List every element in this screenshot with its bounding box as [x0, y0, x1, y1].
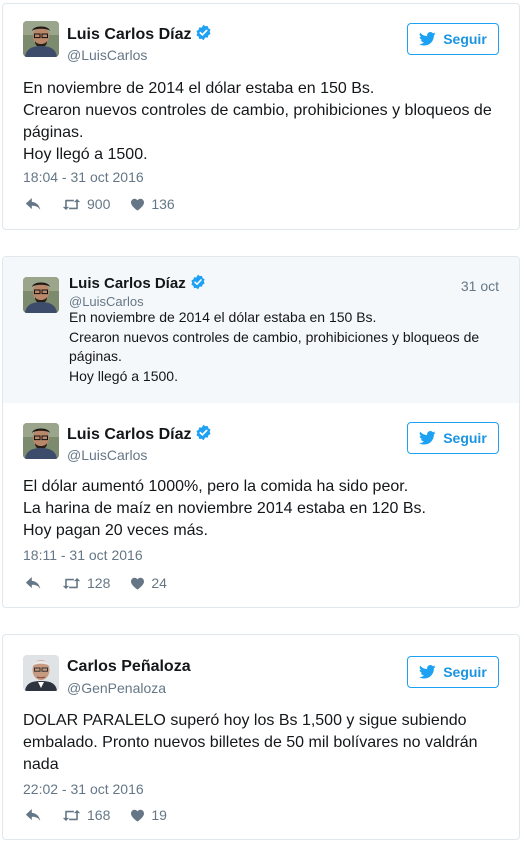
twitter-bird-icon [419, 665, 436, 679]
quoted-author-name[interactable]: Luis Carlos Díaz [69, 275, 186, 292]
twitter-bird-icon [419, 431, 436, 445]
tweet-text-line: DOLAR PARALELO superó hoy los Bs 1,500 y… [23, 712, 467, 729]
quoted-text-line: páginas. [69, 348, 122, 364]
tweet-text: DOLAR PARALELO superó hoy los Bs 1,500 y… [23, 710, 501, 776]
reply-button[interactable] [25, 808, 42, 822]
reply-icon [25, 576, 42, 590]
author-name-row[interactable]: Luis Carlos Díaz [67, 24, 212, 45]
retweet-icon [62, 809, 81, 822]
heart-icon [130, 809, 145, 822]
tweet-card: Luis Carlos Díaz @LuisCarlos 31 oct En n… [2, 256, 520, 608]
retweet-button[interactable]: 168 [62, 807, 110, 823]
tweet-card: Luis Carlos Díaz @LuisCarlos Seguir En n… [2, 3, 520, 230]
tweet-actions: 128 24 [25, 575, 187, 591]
tweet-text-line: La harina de maíz en noviembre 2014 esta… [23, 500, 426, 517]
heart-icon [130, 198, 145, 211]
author-name[interactable]: Luis Carlos Díaz [67, 26, 191, 43]
follow-button[interactable]: Seguir [407, 656, 499, 688]
tweet-text: El dólar aumentó 1000%, pero la comida h… [23, 476, 501, 542]
tweet-actions: 168 19 [25, 807, 187, 823]
retweet-count: 168 [87, 807, 111, 823]
tweet-timestamp[interactable]: 18:11 - 31 oct 2016 [23, 546, 143, 564]
verified-badge-icon [195, 424, 212, 441]
author-name[interactable]: Carlos Peñaloza [67, 658, 191, 675]
avatar[interactable] [23, 21, 59, 57]
retweet-count: 900 [87, 196, 111, 212]
author-handle[interactable]: @LuisCarlos [67, 46, 147, 64]
tweet-text-line: En noviembre de 2014 el dólar estaba en … [23, 80, 375, 97]
like-button[interactable]: 19 [130, 807, 167, 823]
follow-label: Seguir [443, 664, 487, 680]
follow-button[interactable]: Seguir [407, 422, 499, 454]
tweet-text-line: nada [23, 756, 59, 773]
like-count: 19 [151, 807, 167, 823]
tweet-actions: 900 136 [25, 196, 195, 212]
retweet-count: 128 [87, 575, 111, 591]
tweet-text-line: Hoy llegó a 1500. [23, 146, 148, 163]
avatar[interactable] [23, 277, 59, 313]
twitter-bird-icon [419, 32, 436, 46]
tweet-text-line: páginas. [23, 124, 84, 141]
author-name-row[interactable]: Carlos Peñaloza [67, 657, 191, 677]
retweet-icon [62, 577, 81, 590]
like-button[interactable]: 136 [130, 196, 175, 212]
reply-icon [25, 197, 42, 211]
follow-label: Seguir [443, 430, 487, 446]
tweet-text: En noviembre de 2014 el dólar estaba en … [23, 78, 501, 166]
tweet-text-line: embalado. Pronto nuevos billetes de 50 m… [23, 734, 478, 751]
tweet-text-line: Crearon nuevos controles de cambio, proh… [23, 102, 492, 119]
author-name-row[interactable]: Luis Carlos Díaz [67, 424, 212, 445]
quoted-text-line: En noviembre de 2014 el dólar estaba en … [69, 309, 377, 325]
retweet-icon [62, 198, 81, 211]
retweet-button[interactable]: 900 [62, 196, 110, 212]
avatar[interactable] [23, 423, 59, 459]
retweet-button[interactable]: 128 [62, 575, 110, 591]
tweet-timestamp[interactable]: 22:02 - 31 oct 2016 [23, 780, 144, 798]
verified-badge-icon [190, 274, 206, 290]
tweet-text-line: Hoy pagan 20 veces más. [23, 522, 208, 539]
quoted-text: En noviembre de 2014 el dólar estaba en … [69, 308, 479, 386]
verified-badge-icon [195, 24, 212, 41]
like-count: 136 [151, 196, 175, 212]
tweet-card: Carlos Peñaloza @GenPenaloza Seguir DOLA… [2, 634, 520, 840]
tweet-timestamp[interactable]: 18:04 - 31 oct 2016 [23, 168, 144, 186]
follow-button[interactable]: Seguir [407, 23, 499, 55]
quoted-text-line: Crearon nuevos controles de cambio, proh… [69, 328, 480, 345]
heart-icon [130, 577, 145, 590]
author-handle[interactable]: @GenPenaloza [67, 679, 166, 697]
like-count: 24 [151, 575, 167, 591]
avatar[interactable] [23, 655, 59, 691]
reply-button[interactable] [25, 576, 42, 590]
in-reply-to-tweet[interactable]: Luis Carlos Díaz @LuisCarlos 31 oct En n… [3, 257, 519, 403]
follow-label: Seguir [443, 31, 487, 47]
reply-icon [25, 808, 42, 822]
author-name[interactable]: Luis Carlos Díaz [67, 426, 191, 443]
tweet-text-line: El dólar aumentó 1000%, pero la comida h… [23, 478, 409, 495]
quoted-date[interactable]: 31 oct [461, 278, 499, 294]
reply-button[interactable] [25, 197, 42, 211]
quoted-text-line: Hoy llegó a 1500. [69, 367, 178, 384]
quoted-author-row[interactable]: Luis Carlos Díaz [69, 274, 206, 294]
like-button[interactable]: 24 [130, 575, 167, 591]
author-handle[interactable]: @LuisCarlos [67, 446, 147, 464]
